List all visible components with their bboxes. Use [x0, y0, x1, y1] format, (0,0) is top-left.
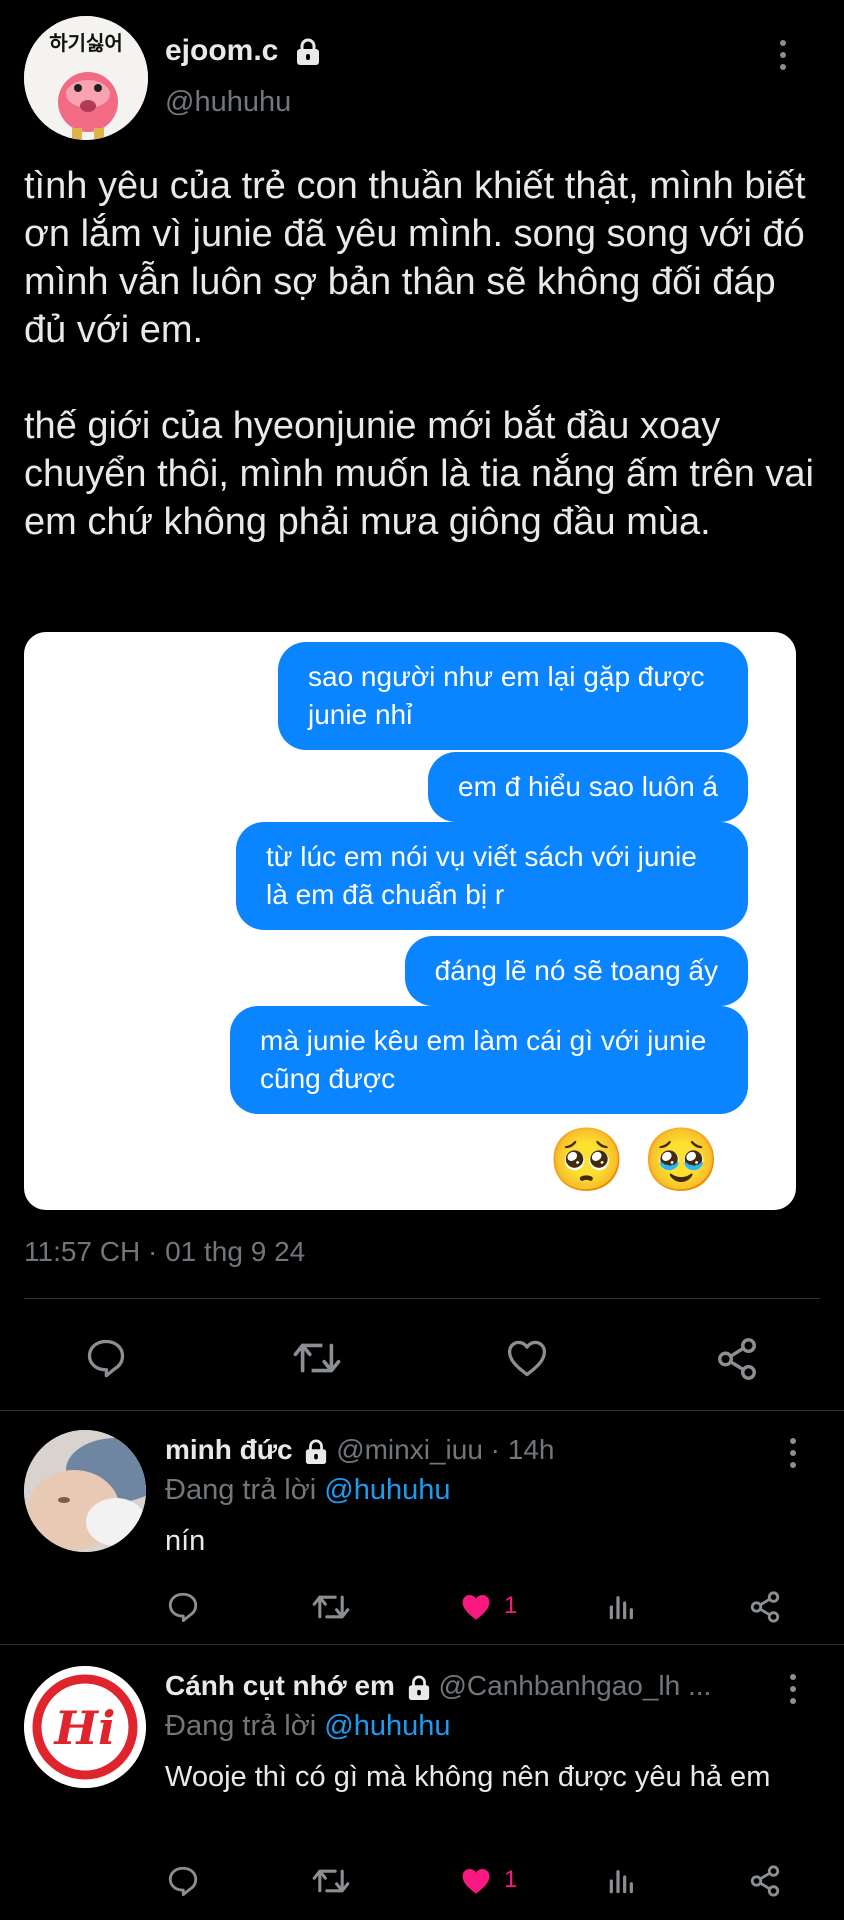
- reply-text: nín: [165, 1525, 206, 1557]
- chat-bubble: sao người như em lại gặp được junie nhỉ: [278, 642, 748, 750]
- retweet-icon[interactable]: [290, 1336, 344, 1380]
- hi-logo-avatar: Hi: [24, 1666, 146, 1788]
- views-icon[interactable]: [606, 1864, 638, 1898]
- chat-bubble: từ lúc em nói vụ viết sách với junie là …: [236, 822, 748, 930]
- reply-author[interactable]: Cánh cụt nhớ em @Canhbanhgao_lh ...: [165, 1670, 711, 1702]
- chat-bubble: đáng lẽ nó sẽ toang ấy: [404, 936, 748, 1006]
- reply-time: 14h: [507, 1434, 555, 1465]
- replying-to: Đang trả lời @huhuhu: [165, 1710, 450, 1743]
- avatar-photo: [24, 1430, 146, 1552]
- views-icon[interactable]: [606, 1590, 638, 1624]
- tweet-timestamp[interactable]: 11:57 CH · 01 thg 9 24: [24, 1236, 305, 1268]
- like-count: 1: [504, 1866, 518, 1893]
- liked-heart-icon[interactable]: [458, 1590, 494, 1624]
- reply-display-name: minh đức: [165, 1434, 293, 1465]
- holding-back-tears-emoji: 🥹: [642, 1126, 720, 1195]
- reply-display-name: Cánh cụt nhớ em: [165, 1670, 395, 1701]
- replying-to-label: Đang trả lời: [165, 1474, 317, 1506]
- more-options-icon[interactable]: [780, 40, 786, 70]
- display-name-text: ejoom.c: [165, 34, 279, 67]
- share-icon[interactable]: [714, 1336, 760, 1382]
- retweet-icon[interactable]: [310, 1590, 352, 1624]
- lock-icon: [408, 1675, 429, 1700]
- replying-to-handle[interactable]: @huhuhu: [324, 1710, 450, 1742]
- reply-text: Wooje thì có gì mà không nên được yêu hả…: [165, 1761, 771, 1793]
- logo-text: Hi: [53, 1701, 116, 1755]
- chat-bubble: em đ hiểu sao luôn á: [428, 752, 748, 822]
- divider: [24, 1298, 820, 1299]
- reply-handle: @Canhbanhgao_lh ...: [438, 1670, 712, 1701]
- reply-author[interactable]: minh đức @minxi_iuu · 14h: [165, 1434, 555, 1466]
- reply-handle: @minxi_iuu: [336, 1434, 483, 1465]
- retweet-icon[interactable]: [310, 1864, 352, 1898]
- reply-icon[interactable]: [166, 1590, 200, 1624]
- avatar-illustration: 하기싫어: [24, 16, 148, 140]
- divider: [0, 1644, 844, 1645]
- emoji-reactions: 🥺 🥹: [548, 1126, 720, 1196]
- lock-icon: [306, 1439, 327, 1464]
- lock-icon: [296, 38, 319, 66]
- avatar[interactable]: 하기싫어: [24, 16, 148, 140]
- more-options-icon[interactable]: [790, 1674, 796, 1704]
- share-icon[interactable]: [748, 1864, 782, 1898]
- like-icon[interactable]: [504, 1336, 550, 1380]
- handle[interactable]: @huhuhu: [165, 86, 291, 119]
- avatar-caption: 하기싫어: [49, 31, 123, 55]
- replying-to-handle[interactable]: @huhuhu: [324, 1474, 450, 1506]
- replying-to: Đang trả lời @huhuhu: [165, 1474, 450, 1507]
- display-name[interactable]: ejoom.c: [165, 34, 321, 68]
- avatar[interactable]: [24, 1430, 146, 1552]
- divider: [0, 1410, 844, 1411]
- tweet-text: tình yêu của trẻ con thuần khiết thật, m…: [24, 165, 815, 543]
- reply-icon[interactable]: [166, 1864, 200, 1898]
- pleading-face-emoji: 🥺: [548, 1126, 626, 1195]
- replying-to-label: Đang trả lời: [165, 1710, 317, 1742]
- chat-bubble: mà junie kêu em làm cái gì với junie cũn…: [230, 1006, 748, 1114]
- tweet-image[interactable]: sao người như em lại gặp được junie nhỉ …: [24, 632, 796, 1210]
- separator-dot: ·: [490, 1434, 500, 1465]
- liked-heart-icon[interactable]: [458, 1864, 494, 1898]
- more-options-icon[interactable]: [790, 1438, 796, 1468]
- reply-icon[interactable]: [84, 1336, 128, 1380]
- like-count: 1: [504, 1592, 518, 1619]
- share-icon[interactable]: [748, 1590, 782, 1624]
- avatar[interactable]: Hi: [24, 1666, 146, 1788]
